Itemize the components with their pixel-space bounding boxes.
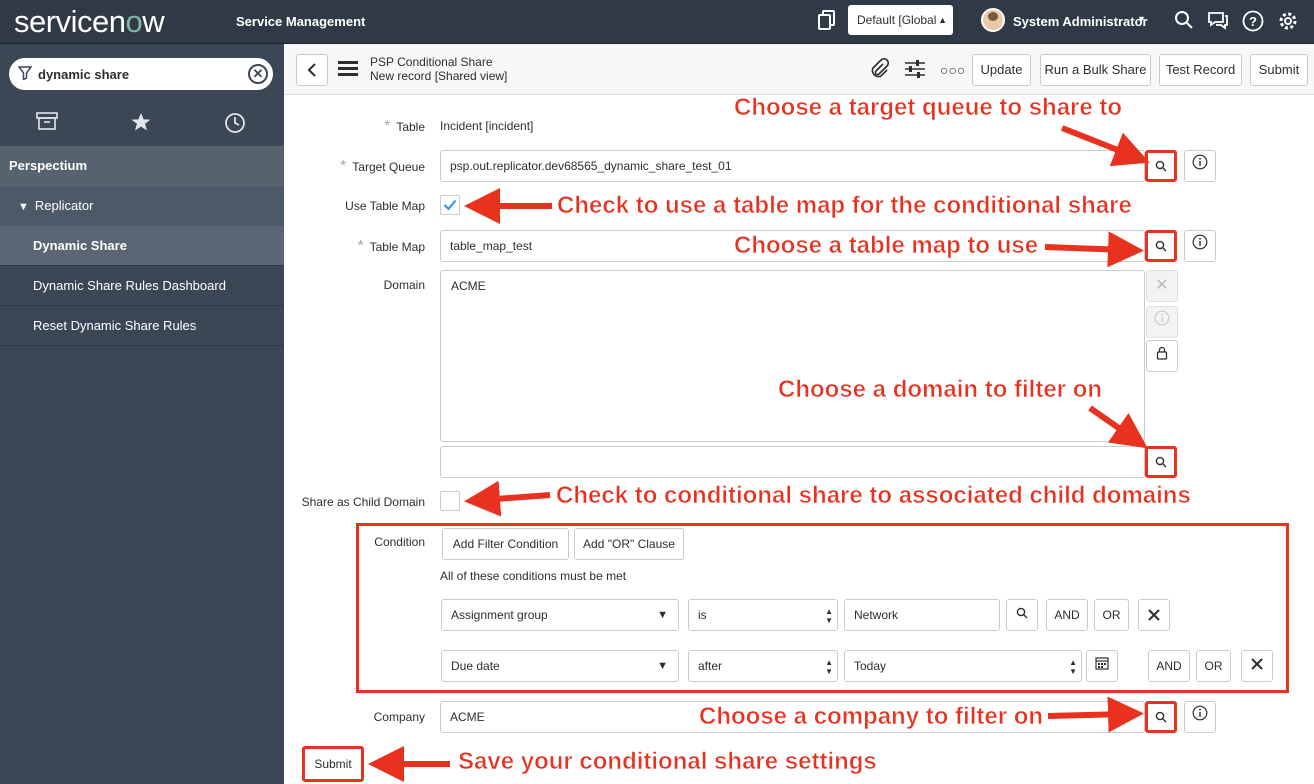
annotation-use-table-map: Check to use a table map for the conditi… (557, 192, 1132, 220)
arrow-table-map (1044, 231, 1144, 268)
annotation-domain: Choose a domain to filter on (778, 376, 1103, 404)
annotation-table-map: Choose a table map to use (734, 232, 1039, 260)
annotation-company: Choose a company to filter on (699, 703, 1044, 731)
arrow-domain (1088, 405, 1148, 449)
annotation-target-queue: Choose a target queue to share to (734, 94, 1123, 122)
arrow-child-domain (464, 480, 551, 517)
annotation-child-domain: Check to conditional share to associated… (556, 482, 1191, 510)
arrow-target-queue (1060, 125, 1150, 167)
annotation-submit: Save your conditional share settings (458, 748, 877, 776)
arrow-company (1047, 696, 1144, 733)
